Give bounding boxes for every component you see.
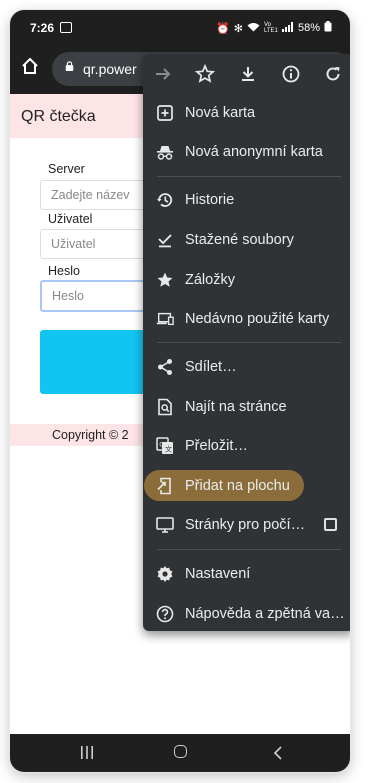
star-icon [157,272,173,287]
menu-item-bookmarks[interactable]: Záložky [143,262,350,298]
menu-item-share[interactable]: Sdílet… [143,349,350,385]
signal-icon [281,21,294,35]
menu-item-label: Nová karta [185,105,256,121]
menu-divider [157,176,341,177]
menu-item-translate[interactable]: G文 Přeložit… [143,428,350,464]
menu-toolbar [143,54,350,94]
menu-item-recent-tabs[interactable]: Nedávno použité karty [143,301,350,337]
menu-item-label: Historie [185,192,235,208]
menu-item-incognito-tab[interactable]: Nová anonymní karta [143,134,350,170]
system-home-icon[interactable] [174,745,187,758]
phone-screen: 7:26 ⏰ ✻ Vo LTE1 58% qr.power QR čtečka … [10,10,350,772]
history-icon [157,193,173,207]
status-time: 7:26 [30,21,55,35]
menu-item-settings[interactable]: Nastavení [143,556,350,592]
lock-icon [65,61,74,71]
menu-item-label: Záložky [185,272,235,288]
svg-text:文: 文 [165,445,172,454]
menu-item-label: Nastavení [185,566,251,582]
gallery-notification-icon [60,22,72,33]
menu-item-label: Přeložit… [185,438,248,454]
svg-text:G: G [159,441,164,449]
wifi-icon [247,22,260,35]
new-tab-icon [157,105,173,121]
menu-item-add-to-home[interactable]: Přidat na plochu [143,468,350,504]
status-icons: ⏰ ✻ Vo LTE1 58% [216,21,332,35]
user-placeholder: Uživatel [51,237,96,251]
help-icon [156,605,174,623]
recent-tabs-icon [156,312,174,326]
menu-item-label: Najít na stránce [185,399,287,415]
bluetooth-icon: ✻ [233,22,243,35]
menu-item-history[interactable]: Historie [143,182,350,218]
incognito-icon [157,146,173,160]
battery-icon [324,21,332,35]
system-navigation-bar [10,734,350,772]
menu-item-label: Sdílet… [185,359,237,375]
info-icon[interactable] [281,64,301,84]
menu-divider [157,549,341,550]
server-label: Server [48,162,85,176]
menu-item-label: Nedávno použité karty [185,311,330,327]
desktop-site-icon [156,517,174,533]
translate-icon: G文 [156,437,173,454]
recent-apps-icon[interactable] [80,746,94,759]
find-in-page-icon [158,398,172,416]
menu-item-label: Stažené soubory [185,232,294,248]
home-icon [22,57,38,74]
menu-item-new-tab[interactable]: Nová karta [143,95,350,131]
address-url: qr.power [83,61,137,77]
forward-icon[interactable] [153,64,173,84]
download-icon[interactable] [238,64,258,84]
battery-level: 58% [297,22,320,34]
alarm-icon: ⏰ [216,22,230,35]
home-button[interactable] [20,56,42,78]
menu-divider [157,342,341,343]
share-icon [158,359,172,375]
bookmark-star-icon[interactable] [195,64,215,84]
desktop-site-checkbox[interactable] [324,518,337,531]
settings-icon [157,566,173,582]
status-bar: 7:26 ⏰ ✻ Vo LTE1 58% [10,10,350,44]
copyright-text: Copyright © 2 [52,428,129,442]
menu-item-label: Nápověda a zpětná va… [185,606,345,622]
downloads-icon [158,234,172,248]
menu-item-downloads[interactable]: Stažené soubory [143,222,350,258]
password-label: Heslo [48,264,80,278]
menu-item-desktop-site[interactable]: Stránky pro počí… [143,507,350,543]
menu-item-label: Přidat na plochu [185,478,290,494]
network-type: Vo LTE1 [263,22,278,34]
menu-item-find-in-page[interactable]: Najít na stránce [143,389,350,425]
user-label: Uživatel [48,212,93,226]
menu-item-help[interactable]: Nápověda a zpětná va… [143,596,350,632]
page-title: QR čtečka [21,108,96,125]
menu-item-label: Stránky pro počí… [185,517,306,533]
browser-overflow-menu: Nová karta Nová anonymní karta Historie … [143,54,350,631]
menu-item-label: Nová anonymní karta [185,144,323,160]
reload-icon[interactable] [323,64,343,84]
back-icon[interactable] [272,746,284,760]
password-placeholder: Heslo [52,289,84,303]
server-placeholder: Zadejte název [51,188,130,202]
add-to-home-icon [157,477,171,495]
